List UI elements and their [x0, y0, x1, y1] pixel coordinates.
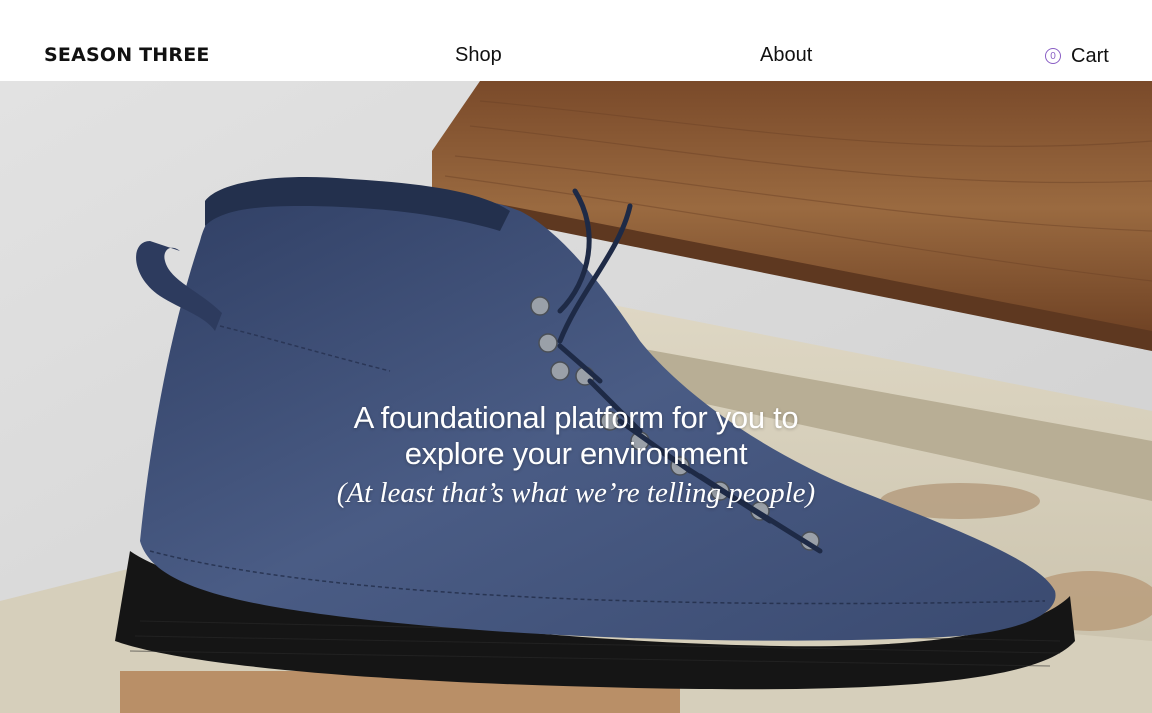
hero-banner: A foundational platform for you to explo…	[0, 81, 1152, 713]
nav-about-link[interactable]: About	[760, 42, 812, 68]
hero-headline-line2: explore your environment	[404, 436, 748, 471]
nav-shop-link[interactable]: Shop	[455, 42, 502, 68]
cart-button[interactable]: 0 Cart	[1045, 43, 1109, 69]
hero-image	[0, 81, 1152, 713]
cart-count-badge: 0	[1045, 48, 1061, 64]
cart-label: Cart	[1071, 45, 1109, 67]
hero-headline-line1: A foundational platform for you to	[353, 400, 799, 435]
logo[interactable]: SEASON THREE	[44, 43, 210, 67]
site-header: SEASON THREE Shop About 0 Cart	[0, 0, 1152, 81]
hero-subline: (At least that’s what we’re telling peop…	[336, 477, 816, 509]
